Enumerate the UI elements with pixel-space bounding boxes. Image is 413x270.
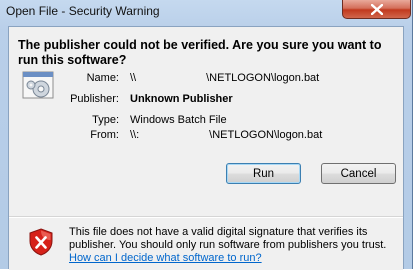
- publisher-value: Unknown Publisher: [130, 93, 233, 105]
- name-suffix: \NETLOGON\logon.bat: [206, 72, 320, 84]
- title-bar[interactable]: Open File - Security Warning: [0, 0, 413, 22]
- dialog-content: The publisher could not be verified. Are…: [8, 26, 404, 270]
- run-button[interactable]: Run: [226, 163, 301, 184]
- from-prefix: \\:: [130, 129, 140, 141]
- cancel-button[interactable]: Cancel: [321, 163, 396, 184]
- from-label: From:: [90, 129, 119, 141]
- type-label: Type:: [92, 114, 119, 126]
- from-suffix: \NETLOGON\logon.bat: [209, 129, 323, 141]
- shield-error-icon: [29, 228, 53, 256]
- close-button[interactable]: [342, 0, 411, 19]
- dialog-heading: The publisher could not be verified. Are…: [18, 38, 382, 67]
- redacted-server: [139, 130, 210, 141]
- name-label: Name:: [86, 72, 119, 84]
- security-warning-window: Open File - Security Warning The publish…: [0, 0, 413, 270]
- close-icon: [370, 3, 383, 15]
- publisher-label: Publisher:: [70, 93, 119, 105]
- redacted-server: [136, 73, 207, 84]
- type-value: Windows Batch File: [130, 114, 227, 126]
- warning-panel: This file does not have a valid digital …: [9, 218, 403, 270]
- warning-text: This file does not have a valid digital …: [69, 226, 387, 251]
- help-link[interactable]: How can I decide what software to run?: [69, 252, 262, 264]
- warning-message: This file does not have a valid digital …: [69, 226, 399, 265]
- window-title: Open File - Security Warning: [6, 4, 160, 18]
- details-panel: The publisher could not be verified. Are…: [9, 27, 403, 199]
- from-value: \\: \NETLOGON\logon.bat: [130, 129, 322, 141]
- name-value: \\ \NETLOGON\logon.bat: [130, 72, 319, 84]
